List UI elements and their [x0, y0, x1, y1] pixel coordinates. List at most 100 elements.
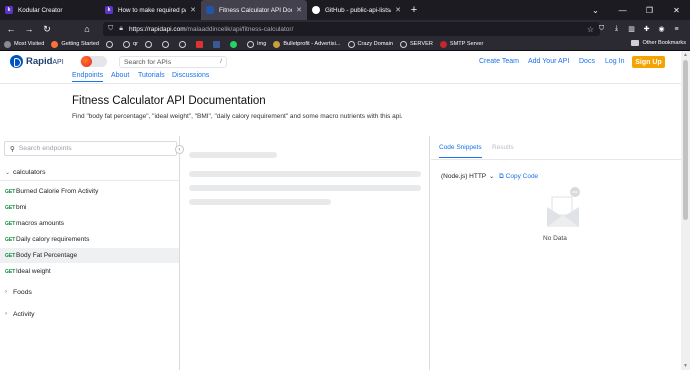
downloads-icon[interactable]: ⤓ [609, 22, 624, 36]
browser-tab-active[interactable]: Fitness Calculator API Documen ✕ [201, 0, 307, 20]
language-select[interactable]: (Node.js) HTTP ⌄ [441, 173, 494, 180]
extensions-icon[interactable]: ✚ [639, 22, 654, 36]
forward-icon[interactable]: → [22, 22, 36, 36]
close-icon[interactable]: ✕ [663, 0, 690, 20]
endpoint-item[interactable]: GET Burned Calorie From Activity [0, 184, 179, 199]
bulletprofit-icon [273, 40, 281, 48]
code-panel: Code Snippets Results (Node.js) HTTP ⌄ ⧉… [431, 136, 681, 370]
search-placeholder: Search for APIs [124, 58, 172, 66]
theme-toggle[interactable] [80, 56, 107, 67]
page-scrollbar[interactable]: ▲ ▼ [681, 51, 690, 370]
sign-up-button[interactable]: Sign Up [632, 56, 665, 68]
tab-about[interactable]: About [111, 72, 129, 79]
bookmark-item[interactable]: Img [246, 40, 266, 48]
tab-tutorials[interactable]: Tutorials [138, 72, 165, 79]
pocket-icon[interactable]: ⛉ [594, 22, 609, 36]
rapidapi-logo[interactable]: RapidAPI [10, 55, 64, 68]
browser-tab[interactable]: GitHub - public-api-lists/public ✕ [307, 0, 406, 20]
globe-icon [347, 40, 355, 48]
bookmark-item[interactable]: SERVER [399, 40, 433, 48]
browser-tab[interactable]: k How to make required parame ✕ [100, 0, 201, 20]
endpoint-item[interactable]: GET bmi [0, 200, 179, 215]
api-search-input[interactable]: Search for APIs / [119, 56, 227, 68]
endpoints-sidebar: ⚲ Search endpoints ⌄ calculators GET Burn… [0, 136, 180, 370]
bookmark-item[interactable] [178, 40, 189, 48]
globe-icon [246, 40, 254, 48]
tab-results[interactable]: Results [492, 144, 514, 151]
rapidapi-icon [206, 6, 214, 14]
restore-icon[interactable]: ❐ [636, 0, 663, 20]
endpoint-item[interactable]: GET Ideal weight [0, 264, 179, 279]
endpoint-label: Burned Calorie From Activity [16, 188, 99, 195]
api-subnav: Endpoints About Tutorials Discussions [0, 71, 681, 84]
group-label: Foods [13, 288, 32, 296]
group-calculators[interactable]: ⌄ calculators [0, 165, 179, 181]
group-label: Activity [13, 310, 35, 318]
other-bookmarks[interactable]: Other Bookmarks [631, 40, 686, 46]
browser-tab-strip: k Kodular Creator k How to make required… [0, 0, 690, 20]
bookmark-item[interactable]: Crazy Domain [347, 40, 393, 48]
toolbar-right: ⛉ ⤓ ▥ ✚ ◉ ≡ [594, 22, 684, 36]
bookmark-item[interactable]: Getting Started [51, 40, 99, 48]
bookmark-item[interactable] [229, 40, 240, 48]
browser-toolbar: ← → ↻ ⌂ ⛉ 🔒︎ https://rapidapi.com/malaad… [0, 20, 690, 38]
docs-link[interactable]: Docs [579, 58, 595, 65]
method-badge: GET [5, 204, 16, 211]
close-tab-icon[interactable]: ✕ [296, 6, 302, 14]
bookmark-item[interactable] [212, 40, 223, 48]
globe-icon [123, 40, 130, 48]
minimize-icon[interactable]: — [609, 0, 636, 20]
bookmark-item[interactable]: Bulletprofit - Advertisi... [273, 40, 341, 48]
tab-title: Fitness Calculator API Documen [219, 6, 292, 14]
endpoint-label: Ideal weight [16, 268, 51, 275]
endpoint-item-selected[interactable]: GET Body Fat Percentage [0, 248, 179, 263]
endpoint-item[interactable]: GET Daily calory requirements [0, 232, 179, 247]
home-icon[interactable]: ⌂ [80, 22, 94, 36]
group-activity[interactable]: › Activity [0, 306, 179, 322]
url-path: /malaaddincelik/api/fitness-calculator/ [185, 25, 294, 33]
tab-discussions[interactable]: Discussions [172, 72, 209, 79]
bookmark-item[interactable] [195, 40, 206, 48]
browser-tab[interactable]: k Kodular Creator [0, 0, 100, 20]
scrollbar-thumb[interactable] [683, 60, 688, 220]
bookmark-star-icon[interactable]: ☆ [587, 25, 594, 34]
copy-code-button[interactable]: ⧉ Copy Code [499, 173, 538, 181]
bookmark-item[interactable] [161, 40, 172, 48]
scroll-down-arrow[interactable]: ▼ [683, 363, 688, 369]
close-tab-icon[interactable]: ✕ [190, 6, 196, 14]
skeleton-line [189, 171, 421, 177]
address-bar[interactable]: ⛉ 🔒︎ https://rapidapi.com/malaaddincelik… [103, 22, 600, 36]
menu-icon[interactable]: ≡ [669, 22, 684, 36]
endpoint-detail-loading [181, 136, 430, 370]
bookmark-item[interactable] [106, 40, 116, 48]
bookmark-item[interactable] [144, 40, 155, 48]
account-icon[interactable]: ◉ [654, 22, 669, 36]
reload-icon[interactable]: ↻ [40, 22, 54, 36]
tab-code-snippets[interactable]: Code Snippets [439, 144, 482, 158]
add-your-api-link[interactable]: Add Your API [528, 58, 569, 65]
kodular-icon: k [105, 6, 113, 14]
create-team-link[interactable]: Create Team [479, 58, 519, 65]
page-description: Find "body fat percentage", "ideal weigh… [72, 113, 403, 120]
new-tab-button[interactable]: + [406, 0, 422, 20]
log-in-link[interactable]: Log In [605, 58, 624, 65]
method-badge: GET [5, 220, 16, 227]
bookmark-item[interactable]: qr [123, 40, 138, 48]
endpoint-item[interactable]: GET macros amounts [0, 216, 179, 231]
group-foods[interactable]: › Foods [0, 284, 179, 300]
endpoint-search-placeholder: Search endpoints [18, 145, 72, 152]
close-tab-icon[interactable]: ✕ [395, 6, 401, 14]
window-controls: ⌄ — ❐ ✕ [582, 0, 690, 20]
bookmark-item[interactable]: SMTP Server [439, 40, 483, 48]
back-icon[interactable]: ← [4, 22, 18, 36]
scroll-up-arrow[interactable]: ▲ [683, 52, 688, 58]
endpoint-search-input[interactable]: ⚲ Search endpoints [4, 141, 177, 156]
bookmark-item[interactable]: Most Visited [4, 40, 44, 48]
github-icon [312, 6, 320, 14]
method-badge: GET [5, 188, 16, 195]
chevron-down-icon[interactable]: ⌄ [582, 0, 609, 20]
library-icon[interactable]: ▥ [624, 22, 639, 36]
tab-title: Kodular Creator [18, 6, 63, 14]
tab-endpoints[interactable]: Endpoints [72, 72, 104, 82]
method-badge: GET [5, 236, 16, 243]
